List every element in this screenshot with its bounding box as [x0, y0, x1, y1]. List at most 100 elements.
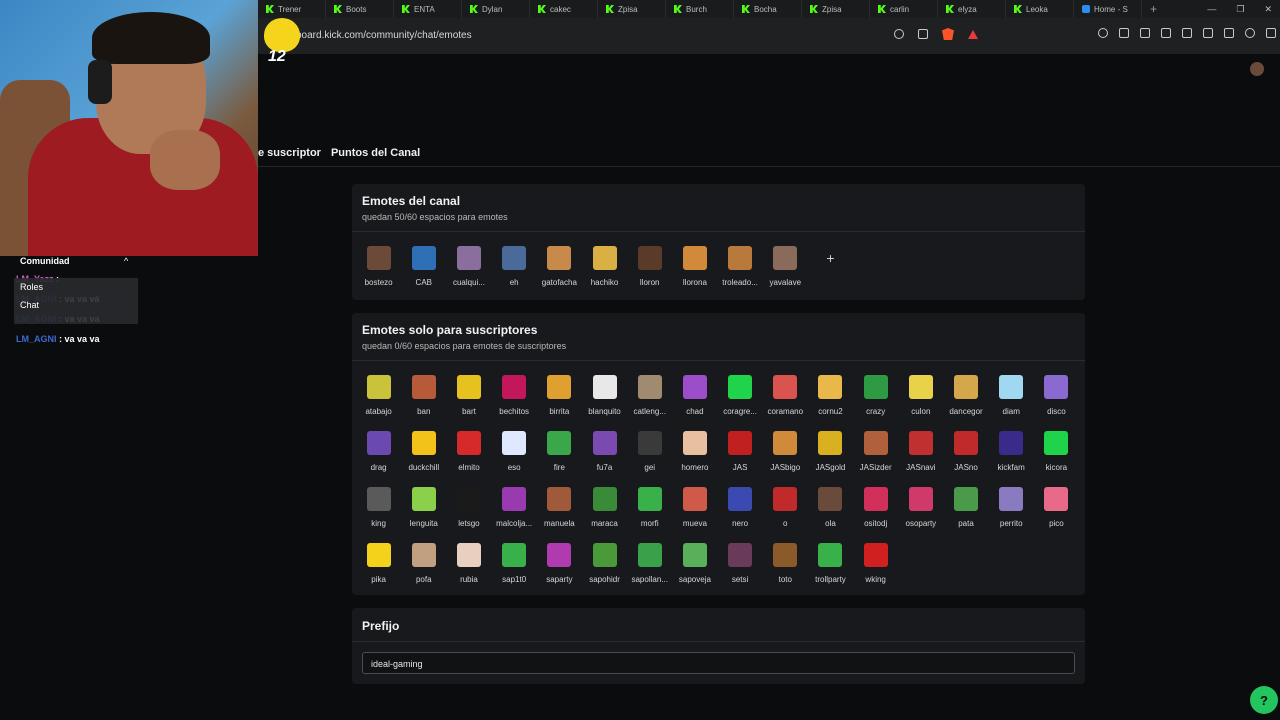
emote-item[interactable]: llorona — [672, 240, 717, 296]
emote-item[interactable]: JASgold — [808, 425, 853, 481]
emote-item[interactable]: mueva — [672, 481, 717, 537]
browser-tab[interactable]: Trener — [258, 0, 326, 18]
emote-item[interactable]: ola — [808, 481, 853, 537]
add-emote-button[interactable]: + — [808, 240, 853, 296]
emote-item[interactable]: eso — [492, 425, 537, 481]
emote-item[interactable]: eh — [492, 240, 537, 296]
emote-item[interactable]: yavalave — [763, 240, 808, 296]
browser-tab[interactable]: ENTA — [394, 0, 462, 18]
menu-item-chat[interactable]: Chat — [14, 296, 138, 314]
emote-item[interactable]: disco — [1034, 369, 1079, 425]
emote-item[interactable]: CAB — [401, 240, 446, 296]
emote-item[interactable]: atabajo — [356, 369, 401, 425]
emote-item[interactable]: JASbigo — [763, 425, 808, 481]
help-button[interactable]: ? — [1250, 686, 1278, 714]
emote-item[interactable]: pata — [943, 481, 988, 537]
browser-tab[interactable]: Zpisa — [802, 0, 870, 18]
emote-item[interactable]: saparty — [537, 537, 582, 593]
emote-item[interactable]: pika — [356, 537, 401, 593]
zoom-icon[interactable] — [894, 29, 904, 39]
emote-item[interactable]: o — [763, 481, 808, 537]
browser-tab[interactable]: Burch — [666, 0, 734, 18]
emote-item[interactable]: letsgo — [446, 481, 491, 537]
brave-shield-icon[interactable] — [942, 28, 954, 40]
emote-item[interactable]: chad — [672, 369, 717, 425]
emote-item[interactable]: nero — [718, 481, 763, 537]
new-tab-button[interactable]: + — [1142, 2, 1165, 16]
vpn-icon[interactable] — [1245, 28, 1255, 38]
emote-item[interactable]: JASnavi — [898, 425, 943, 481]
emote-item[interactable]: diam — [989, 369, 1034, 425]
emote-item[interactable]: gei — [627, 425, 672, 481]
emote-item[interactable]: JAS — [718, 425, 763, 481]
media-icon[interactable] — [1098, 28, 1108, 38]
emote-item[interactable]: ositodj — [853, 481, 898, 537]
emote-item[interactable]: morfi — [627, 481, 672, 537]
minimize-icon[interactable]: — — [1207, 4, 1216, 14]
prefix-input[interactable]: ideal-gaming — [362, 652, 1075, 674]
emote-item[interactable]: bostezo — [356, 240, 401, 296]
browser-tab[interactable]: Zpisa — [598, 0, 666, 18]
screenshot-icon[interactable] — [1140, 28, 1150, 38]
emote-item[interactable]: blanquito — [582, 369, 627, 425]
emote-item[interactable]: duckchill — [401, 425, 446, 481]
tab-subscriptor[interactable]: e suscriptor — [258, 147, 321, 159]
browser-tab[interactable]: elyza — [938, 0, 1006, 18]
emote-item[interactable]: gatofacha — [537, 240, 582, 296]
browser-tab[interactable]: Bocha — [734, 0, 802, 18]
emote-item[interactable]: coragre... — [718, 369, 763, 425]
emote-item[interactable]: malcolja... — [492, 481, 537, 537]
emote-item[interactable]: sap1t0 — [492, 537, 537, 593]
brave-rewards-icon[interactable] — [968, 29, 978, 39]
emote-item[interactable]: pico — [1034, 481, 1079, 537]
browser-tab[interactable]: Dylan — [462, 0, 530, 18]
emote-item[interactable]: ban — [401, 369, 446, 425]
tab-channel-points[interactable]: Puntos del Canal — [331, 147, 420, 159]
emote-item[interactable]: rubia — [446, 537, 491, 593]
emote-item[interactable]: drag — [356, 425, 401, 481]
emote-item[interactable]: kicora — [1034, 425, 1079, 481]
emote-item[interactable]: sapohidr — [582, 537, 627, 593]
browser-tab[interactable]: cakec — [530, 0, 598, 18]
download-icon[interactable] — [1161, 28, 1171, 38]
share-icon[interactable] — [918, 29, 928, 39]
emote-item[interactable]: bart — [446, 369, 491, 425]
emote-item[interactable]: osoparty — [898, 481, 943, 537]
avatar[interactable] — [1250, 62, 1264, 76]
emote-item[interactable]: coramano — [763, 369, 808, 425]
emote-item[interactable]: elmito — [446, 425, 491, 481]
emote-item[interactable]: setsi — [718, 537, 763, 593]
emote-item[interactable]: hachiko — [582, 240, 627, 296]
emote-item[interactable]: dancegor — [943, 369, 988, 425]
browser-tab[interactable]: Home - S — [1074, 0, 1142, 18]
emote-item[interactable]: bechitos — [492, 369, 537, 425]
menu-icon[interactable] — [1266, 28, 1276, 38]
browser-tab[interactable]: Leoka — [1006, 0, 1074, 18]
emote-item[interactable]: birrita — [537, 369, 582, 425]
menu-item-roles[interactable]: Roles — [14, 278, 138, 296]
emote-item[interactable]: cualqui... — [446, 240, 491, 296]
emote-item[interactable]: trollparty — [808, 537, 853, 593]
maximize-icon[interactable]: ❐ — [1236, 4, 1244, 15]
browser-tab[interactable]: Boots — [326, 0, 394, 18]
emote-item[interactable]: king — [356, 481, 401, 537]
browser-tab[interactable]: carlin — [870, 0, 938, 18]
extensions-icon[interactable] — [1119, 28, 1129, 38]
chat-username[interactable]: LM_AGNI — [16, 334, 57, 344]
emote-item[interactable]: toto — [763, 537, 808, 593]
emote-item[interactable]: troleado... — [718, 240, 763, 296]
leo-icon[interactable] — [1224, 28, 1234, 38]
emote-item[interactable]: pofa — [401, 537, 446, 593]
emote-item[interactable]: perrito — [989, 481, 1034, 537]
emote-item[interactable]: fire — [537, 425, 582, 481]
emote-item[interactable]: lenguita — [401, 481, 446, 537]
emote-item[interactable]: JASizder — [853, 425, 898, 481]
emote-item[interactable]: homero — [672, 425, 717, 481]
emote-item[interactable]: sapollan... — [627, 537, 672, 593]
emote-item[interactable]: fu7a — [582, 425, 627, 481]
emote-item[interactable]: kickfam — [989, 425, 1034, 481]
emote-item[interactable]: wking — [853, 537, 898, 593]
wallet-icon[interactable] — [1203, 28, 1213, 38]
emote-item[interactable]: maraca — [582, 481, 627, 537]
emote-item[interactable]: crazy — [853, 369, 898, 425]
